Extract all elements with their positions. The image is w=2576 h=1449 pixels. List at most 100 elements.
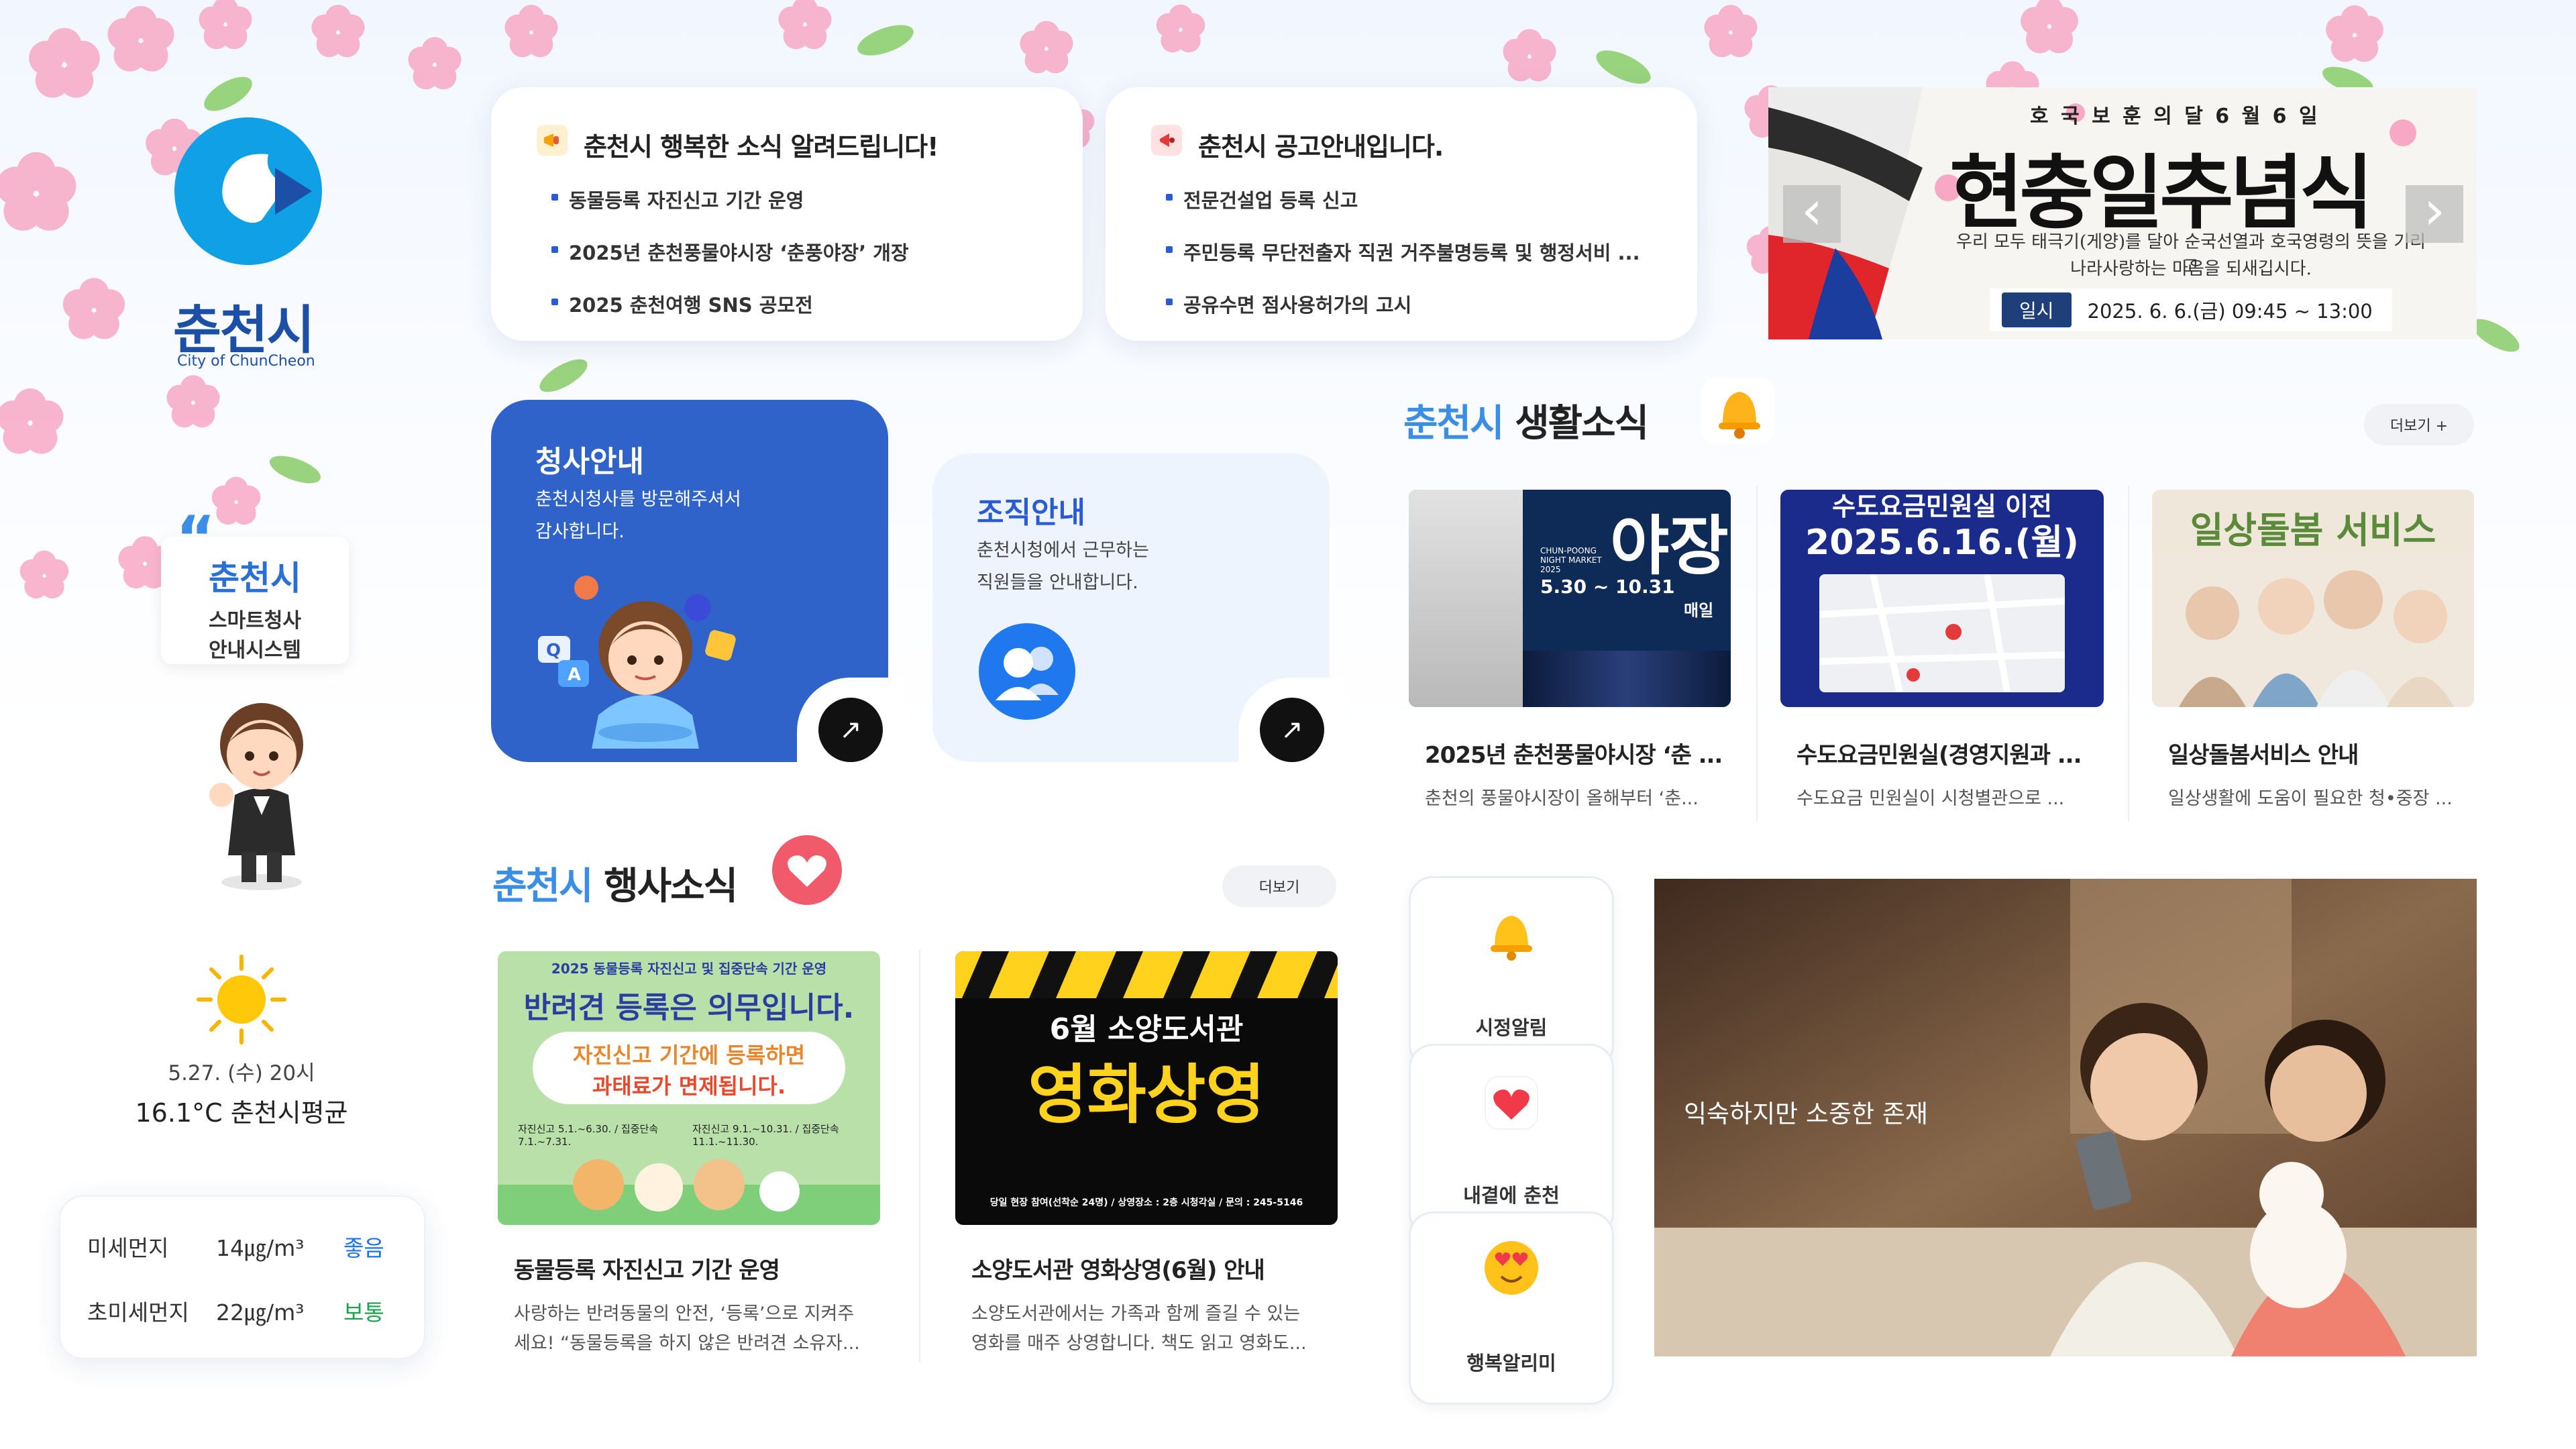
banner-desc-2: 나라사랑하는 마음을 되새깁시다. — [2070, 259, 2312, 279]
guide-line2: 안내시스템 — [209, 639, 301, 662]
banner-date: 2025. 6. 6.(금) 09:45 ~ 13:00 — [2087, 300, 2373, 323]
life-news-title: 춘천시 생활소식 — [1403, 393, 1649, 447]
city-logo[interactable]: 춘천시 City of ChunCheon — [168, 107, 342, 376]
happy-news-title: 춘천시 행복한 소식 알려드립니다! — [584, 132, 938, 162]
dust-panel: 미세먼지 14㎍/m³ 좋음 초미세먼지 22㎍/m³ 보통 — [59, 1195, 425, 1359]
happy-news-list: 동물등록 자진신고 기간 운영 2025년 춘천풍물야시장 ‘춘풍야장’ 개장 … — [551, 185, 1061, 342]
water-office-map — [1819, 573, 2065, 694]
list-item[interactable]: 전문건설업 등록 신고 — [1166, 185, 1662, 213]
event-poster-2[interactable]: 6월 소양도서관 영화상영 당일 현장 참여(선착순 24명) / 상영장소 :… — [955, 951, 1338, 1225]
life-news-thumb-3[interactable]: 일상돌봄 서비스 — [2152, 490, 2474, 707]
banner-top-text: 호 국 보 훈 의 달 6 월 6 일 — [2030, 105, 2320, 128]
people-group-icon — [979, 623, 1075, 720]
guide-bubble: 춘천시 스마트청사 안내시스템 — [161, 537, 349, 664]
poster1-quote-box: 자진신고 기간에 등록하면 과태료가 면제됩니다. — [533, 1032, 845, 1104]
divider — [1756, 486, 1758, 821]
happy-news-card[interactable]: 춘천시 행복한 소식 알려드립니다! 동물등록 자진신고 기간 운영 2025년… — [491, 87, 1083, 341]
heart-icon — [772, 835, 842, 905]
svg-text:Q: Q — [546, 641, 561, 661]
quick-menu-happy-alerts[interactable]: 행복알리미 — [1409, 1212, 1614, 1405]
banner-date-box: 일시 2025. 6. 6.(금) 09:45 ~ 13:00 — [1990, 288, 2392, 331]
memorial-day-banner[interactable]: 호 국 보 훈 의 달 6 월 6 일 현충일추념식 우리 모두 태극기(게양)… — [1768, 87, 2477, 339]
weather-datetime: 5.27. (수) 20시 — [168, 1061, 315, 1085]
night-market-lights — [1523, 651, 1731, 707]
life-news-title-highlight: 춘천시 — [1403, 402, 1505, 445]
ultrafine-dust-value: 22㎍/m³ — [216, 1299, 305, 1326]
org-guide-title: 조직안내 — [977, 496, 1085, 530]
events-more-button[interactable]: 더보기 — [1222, 865, 1336, 907]
poster2-sub: 6월 소양도서관 — [1049, 1012, 1244, 1046]
family-photo — [2152, 553, 2474, 707]
public-notice-title: 춘천시 공고안내입니다. — [1198, 132, 1444, 162]
ultrafine-dust-label: 초미세먼지 — [87, 1299, 189, 1326]
poster1-top: 2025 동물등록 자진신고 및 집중단속 기간 운영 — [551, 961, 827, 977]
quick-menu-label: 내곁에 춘천 — [1463, 1184, 1560, 1207]
event-item-desc: 세요! “동물등록을 하지 않은 반려견 소유자... — [514, 1333, 860, 1354]
life-news-more-button[interactable]: 더보기 + — [2364, 404, 2474, 445]
hazard-stripes — [955, 951, 1338, 998]
promo-video[interactable]: 익숙하지만 소중한 존재 — [1654, 879, 2477, 1356]
office-guide-arrow-button[interactable]: ↗ — [818, 698, 883, 762]
water-office-date: 2025.6.16.(월) — [1805, 523, 2079, 563]
event-item-desc: 사랑하는 반려동물의 안전, ‘등록’으로 지켜주 — [514, 1303, 855, 1324]
list-item[interactable]: 동물등록 자진신고 기간 운영 — [551, 185, 1061, 213]
night-market-tag: 매일 — [1684, 601, 1714, 620]
org-guide-arrow-button[interactable]: ↗ — [1260, 698, 1324, 762]
guide-line1: 스마트청사 — [209, 609, 301, 633]
life-news-thumb-1[interactable]: 야장 CHUN-POONG NIGHT MARKET 2025 5.30 ~ 1… — [1409, 490, 1731, 707]
guide-title: 춘천시 — [209, 559, 301, 598]
org-guide-desc-2: 직원들을 안내합니다. — [977, 572, 1138, 593]
receptionist-icon: Q A — [538, 576, 736, 749]
fine-dust-status: 좋음 — [343, 1235, 384, 1261]
quick-menu-near-chuncheon[interactable]: 내곁에 춘천 — [1409, 1044, 1614, 1237]
banner-prev-button[interactable]: ‹ — [1783, 184, 1841, 243]
event-poster-1[interactable]: 2025 동물등록 자진신고 및 집중단속 기간 운영 반려견 등록은 의무입니… — [498, 951, 880, 1225]
list-item[interactable]: 주민등록 무단전출자 직권 거주불명등록 및 행정서비 ... — [1166, 237, 1662, 266]
life-news-item-title[interactable]: 일상돌봄서비스 안내 — [2168, 737, 2359, 769]
heart-icon — [1485, 1076, 1538, 1130]
smile-love-icon — [1485, 1241, 1538, 1295]
divider — [919, 950, 920, 1362]
poster1-quote-1: 자진신고 기간에 등록하면 — [572, 1042, 806, 1068]
life-news-title-text: 생활소식 — [1515, 402, 1649, 445]
event-item-title[interactable]: 소양도서관 영화상영(6월) 안내 — [971, 1252, 1265, 1285]
banner-date-label: 일시 — [2002, 292, 2072, 327]
bell-icon — [1491, 916, 1532, 961]
poster2-head: 영화상영 — [1028, 1057, 1265, 1132]
night-market-date: 5.30 ~ 10.31 — [1540, 576, 1675, 598]
public-notice-card[interactable]: 춘천시 공고안내입니다. 전문건설업 등록 신고 주민등록 무단전출자 직권 거… — [1106, 87, 1697, 341]
night-market-word: 야장 — [1610, 508, 1729, 584]
smart-guide-widget[interactable]: “ 춘천시 스마트청사 안내시스템 — [161, 503, 362, 899]
poster1-head: 반려견 등록은 의무입니다. — [523, 991, 855, 1025]
office-guide-title: 청사안내 — [535, 445, 644, 479]
life-news-item-desc: 일상생활에 도움이 필요한 청•중장 ... — [2168, 788, 2453, 809]
sun-icon — [197, 955, 286, 1044]
list-item[interactable]: 2025년 춘천풍물야시장 ‘춘풍야장’ 개장 — [551, 237, 1061, 266]
list-item[interactable]: 공유수면 점사용허가의 고시 — [1166, 290, 1662, 318]
event-item-desc: 영화를 매주 상영합니다. 책도 읽고 영화도... — [971, 1333, 1307, 1354]
life-news-thumb-2[interactable]: 수도요금민원실 이전 2025.6.16.(월) — [1780, 490, 2104, 707]
banner-title: 현충일추념식 — [1949, 146, 2373, 240]
divider — [2128, 486, 2129, 821]
office-guide-desc-1: 춘천시청사를 방문해주셔서 — [535, 489, 741, 510]
life-news-item-title[interactable]: 2025년 춘천풍물야시장 ‘춘 ... — [1425, 737, 1723, 769]
puppies-illustration — [498, 1159, 880, 1225]
promo-video-caption: 익숙하지만 소중한 존재 — [1684, 1099, 1928, 1128]
list-item[interactable]: 2025 춘천여행 SNS 공모전 — [551, 290, 1061, 318]
banner-next-button[interactable]: › — [2406, 184, 2463, 243]
logo-subtitle: City of ChunCheon — [177, 353, 315, 370]
event-item-title[interactable]: 동물등록 자진신고 기간 운영 — [514, 1252, 780, 1285]
life-news-item-desc: 수도요금 민원실이 시청별관으로 ... — [1796, 788, 2065, 809]
office-guide-desc-2: 감사합니다. — [535, 521, 625, 542]
night-market-building — [1409, 490, 1523, 707]
org-guide-desc-1: 춘천시청에서 근무하는 — [977, 540, 1149, 561]
bell-icon — [1701, 377, 1775, 444]
life-news-item-desc: 춘천의 풍물야시장이 올해부터 ‘춘... — [1425, 788, 1699, 809]
poster1-quote-2: 과태료가 면제됩니다. — [592, 1073, 786, 1099]
chuncheon-logo-icon — [174, 117, 322, 265]
guide-character-icon — [209, 703, 303, 890]
quick-menu-label: 시정알림 — [1475, 1016, 1548, 1039]
life-news-item-title[interactable]: 수도요금민원실(경영지원과 ... — [1796, 737, 2082, 769]
quick-menu-city-alerts[interactable]: 시정알림 — [1409, 876, 1614, 1069]
events-title-text: 행사소식 — [604, 865, 738, 908]
